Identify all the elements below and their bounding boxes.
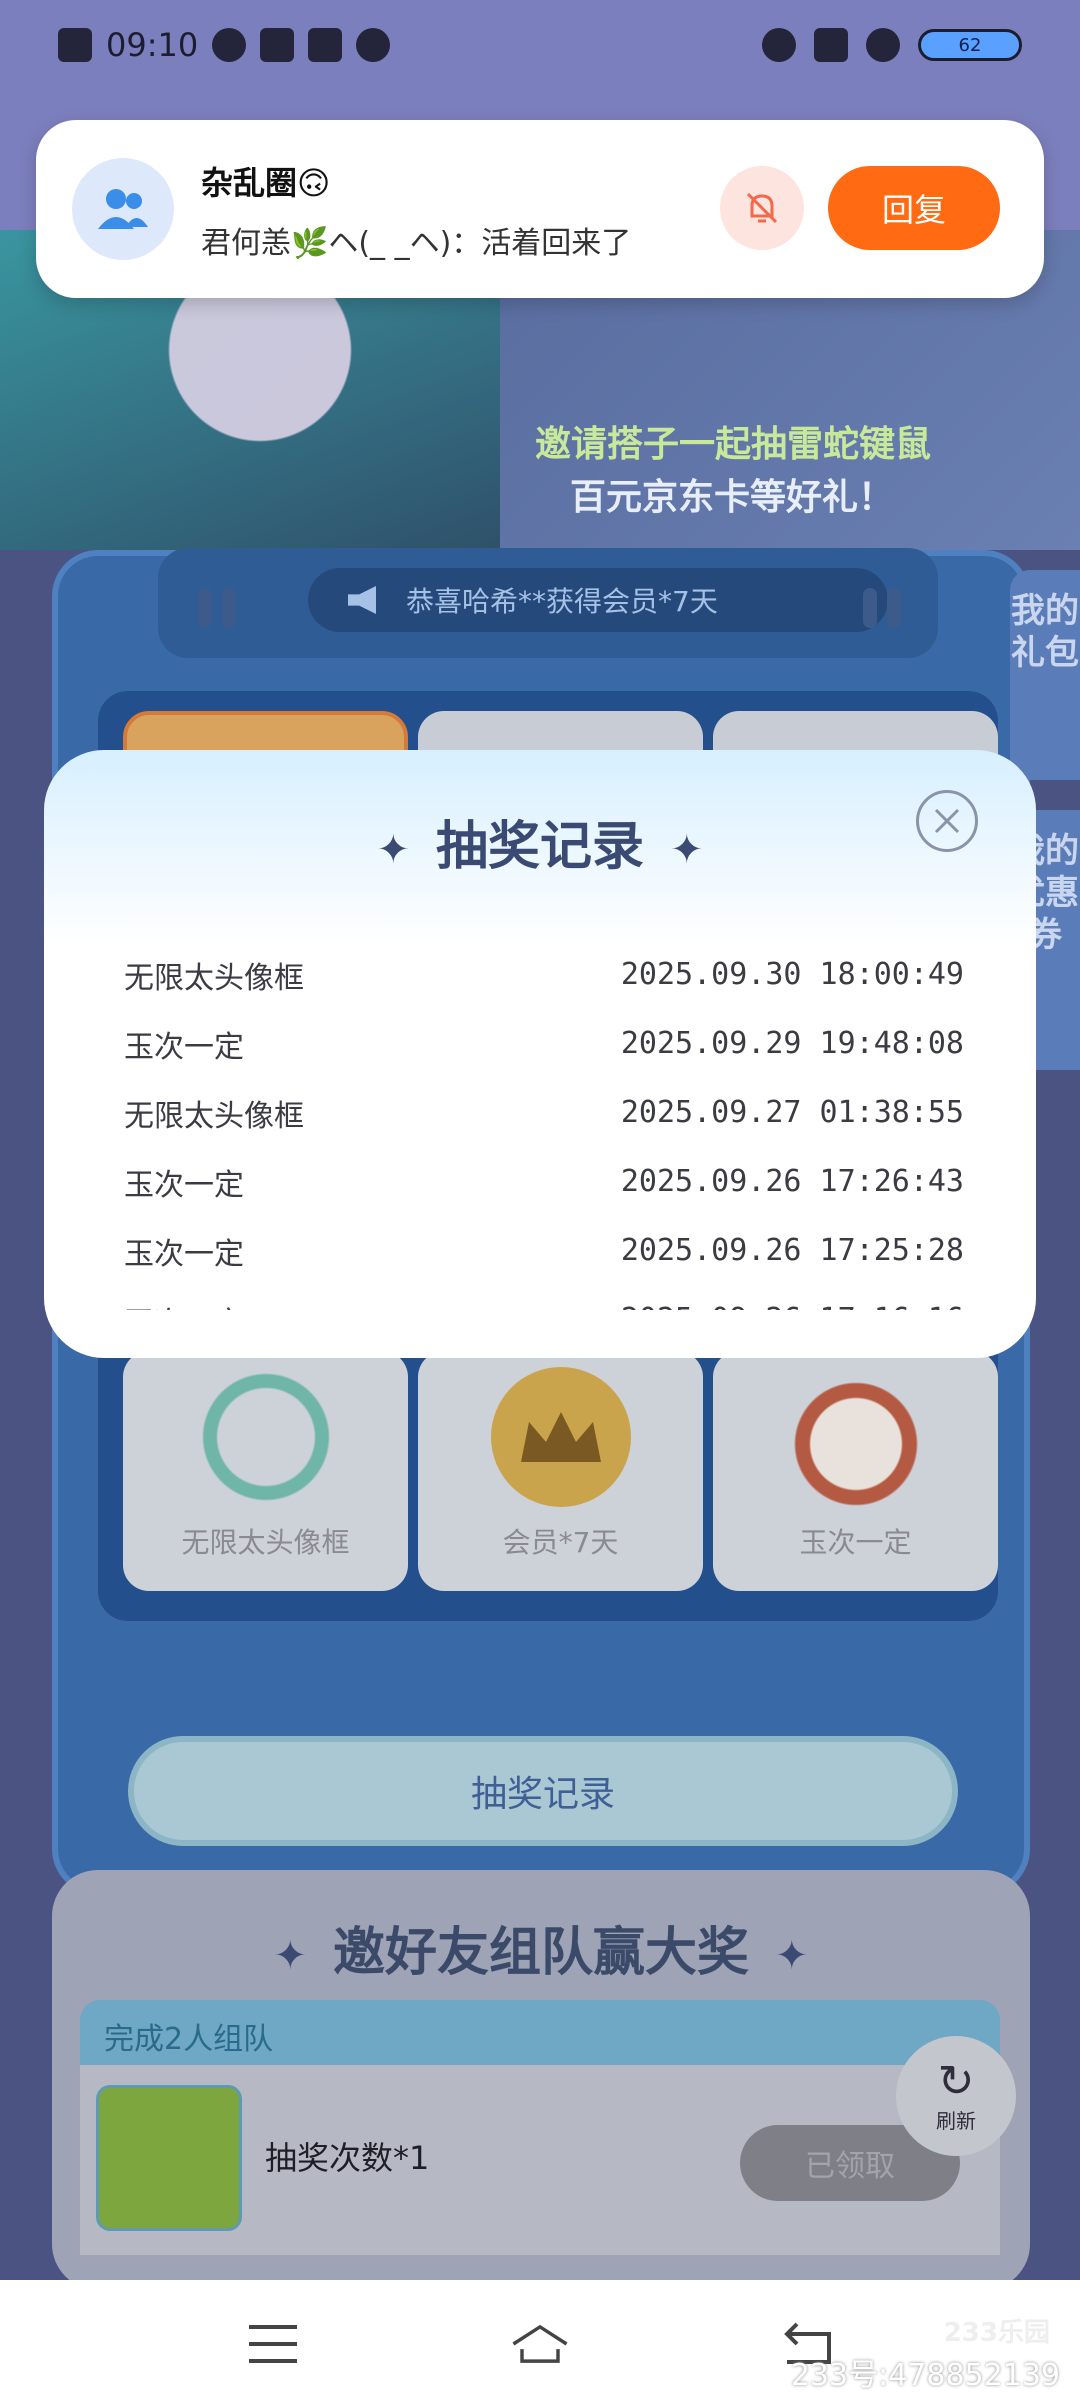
refresh-button[interactable]: ↻ 刷新 <box>896 2036 1016 2156</box>
modal-title: ✦ 抽奖记录 ✦ <box>44 804 1036 879</box>
record-time: 2025.09.29 19:48:08 <box>620 1026 964 1061</box>
record-time: 2025.09.26 17:25:28 <box>620 1233 964 1268</box>
status-right: 62 <box>762 28 1022 62</box>
users-icon <box>98 189 148 229</box>
vibrate-icon <box>814 28 848 62</box>
reply-button[interactable]: 回复 <box>828 166 1000 250</box>
reward-text: 抽奖次数*1 <box>265 2139 430 2177</box>
home-icon <box>512 2324 568 2363</box>
status-time: 09:10 <box>106 26 199 64</box>
sparkle-icon: ✦ <box>273 1933 307 1979</box>
close-button[interactable] <box>916 790 978 852</box>
record-prize: 无限太头像框 <box>124 960 304 996</box>
mascot-icon <box>785 1367 926 1507</box>
watermark-logo: 233乐园 <box>943 2318 1050 2348</box>
record-list[interactable]: 无限太头像框 2025.09.30 18:00:49 玉次一定 2025.09.… <box>124 940 964 1310</box>
avatar-frame-icon <box>195 1367 336 1507</box>
marquee-pill-right <box>863 588 877 628</box>
close-icon <box>934 808 960 834</box>
prize-label: 玉次一定 <box>799 1526 912 1559</box>
watermark-id: 233号:478852139 <box>790 2358 1060 2393</box>
battery-indicator: 62 <box>918 29 1022 61</box>
wifi-icon <box>866 28 900 62</box>
record-time: 2025.09.26 17:26:43 <box>620 1164 964 1199</box>
winner-marquee: 恭喜哈希**获得会员*7天 <box>308 568 888 632</box>
speaker-icon <box>348 586 376 614</box>
record-time: 2025.09.30 18:00:49 <box>620 957 964 992</box>
record-time: 2025.09.27 01:38:55 <box>620 1095 964 1130</box>
sparkle-icon: ✦ <box>670 827 704 873</box>
record-prize: 玉次一定 <box>124 1167 244 1203</box>
reward-image <box>96 2085 242 2231</box>
music-icon <box>212 28 247 62</box>
sparkle-icon: ✦ <box>376 827 410 873</box>
home-button[interactable] <box>510 2319 570 2369</box>
draw-record-button[interactable]: 抽奖记录 <box>128 1736 958 1846</box>
marquee-frame: 恭喜哈希**获得会员*7天 <box>158 548 938 658</box>
app-status-icon <box>356 28 391 62</box>
record-prize: 无限太头像框 <box>124 1098 304 1134</box>
alarm-icon <box>762 28 796 62</box>
record-prize: 玉次一定 <box>124 1029 244 1065</box>
banner-headline: 邀请搭子一起抽雷蛇键鼠 <box>535 424 932 465</box>
record-row: 无限太头像框 2025.09.27 01:38:55 <box>124 1078 964 1147</box>
team-title-text: 邀好友组队赢大奖 <box>332 1923 749 1983</box>
prize-label: 无限太头像框 <box>181 1526 350 1559</box>
modal-title-text: 抽奖记录 <box>435 817 644 877</box>
record-row: 无限太头像框 2025.09.30 18:00:49 <box>124 940 964 1009</box>
team-reward-row: 抽奖次数*1 已领取 <box>80 2065 1000 2255</box>
prize-card-avatar-frame[interactable]: 无限太头像框 <box>123 1351 408 1591</box>
marquee-pill-left2 <box>222 588 236 628</box>
status-left: 09:10 <box>58 26 391 64</box>
group-avatar <box>72 158 174 260</box>
team-subtitle: 完成2人组队 <box>80 2000 1000 2070</box>
team-title: ✦ 邀好友组队赢大奖 ✦ <box>52 1910 1030 1985</box>
record-row: 玉次一定 2025.09.26 17:26:43 <box>124 1147 964 1216</box>
record-prize: 玉次一定 <box>124 1298 244 1311</box>
record-row: 玉次一定 2025.09.26 17:16:16 <box>124 1285 964 1310</box>
menu-button[interactable] <box>243 2319 303 2369</box>
message-notification[interactable]: 杂乱圈🙃 君何恙🌿ヘ(_ _ヘ)：活着回来了 回复 <box>36 120 1044 298</box>
video-icon <box>308 28 343 62</box>
sparkle-icon: ✦ <box>775 1933 809 1979</box>
status-bar: 09:10 62 <box>0 0 1080 90</box>
crown-status-icon <box>260 28 295 62</box>
marquee-pill-right2 <box>887 588 901 628</box>
crown-icon <box>490 1367 631 1507</box>
prize-label: 会员*7天 <box>502 1526 619 1559</box>
record-row: 玉次一定 2025.09.29 19:48:08 <box>124 1009 964 1078</box>
mute-button[interactable] <box>720 166 804 250</box>
marquee-text: 恭喜哈希**获得会员*7天 <box>406 585 718 618</box>
notification-title: 杂乱圈🙃 <box>201 164 331 202</box>
prize-card-membership[interactable]: 会员*7天 <box>418 1351 703 1591</box>
menu-icon <box>249 2325 298 2363</box>
team-panel: ✦ 邀好友组队赢大奖 ✦ 完成2人组队 抽奖次数*1 已领取 <box>52 1870 1030 2290</box>
draw-record-modal: ✦ 抽奖记录 ✦ 无限太头像框 2025.09.30 18:00:49 玉次一定 2… <box>44 750 1036 1358</box>
notification-message: 君何恙🌿ヘ(_ _ヘ)：活着回来了 <box>201 226 632 261</box>
record-prize: 玉次一定 <box>124 1236 244 1272</box>
refresh-icon: ↻ <box>937 2055 975 2107</box>
record-time: 2025.09.26 17:16:16 <box>621 1302 964 1310</box>
my-gifts-tab[interactable]: 我的礼包 <box>1010 570 1080 780</box>
banner-subheadline: 百元京东卡等好礼！ <box>570 477 895 518</box>
refresh-label: 刷新 <box>936 2108 976 2133</box>
close-app-icon <box>58 28 92 62</box>
prize-card-mascot[interactable]: 玉次一定 <box>713 1351 998 1591</box>
marquee-pill-left <box>198 588 212 628</box>
record-row: 玉次一定 2025.09.26 17:25:28 <box>124 1216 964 1285</box>
bell-off-icon <box>746 192 778 224</box>
